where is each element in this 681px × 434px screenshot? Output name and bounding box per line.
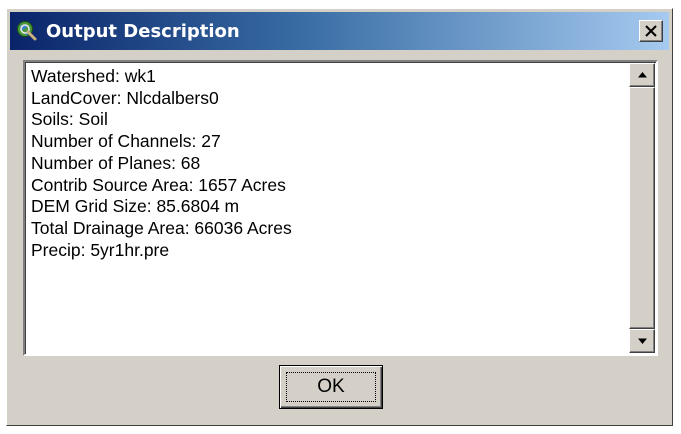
arrow-down-icon — [638, 338, 647, 344]
output-text-area[interactable]: Watershed: wk1 LandCover: Nlcdalbers0 So… — [23, 60, 658, 356]
output-line-contrib-area: Contrib Source Area: 1657 Acres — [31, 174, 286, 195]
output-line-planes: Number of Planes: 68 — [31, 152, 201, 173]
output-line-watershed: Watershed: wk1 — [31, 66, 156, 86]
scroll-down-button[interactable] — [629, 329, 655, 353]
title-bar[interactable]: Output Description — [10, 12, 669, 50]
globe-magnifier-icon — [16, 20, 38, 42]
output-text: Watershed: wk1 LandCover: Nlcdalbers0 So… — [31, 66, 627, 261]
scroll-thumb[interactable] — [629, 87, 655, 329]
arrow-up-icon — [638, 72, 647, 78]
output-description-dialog: Output Description Watershed: wk1 LandCo… — [6, 8, 673, 426]
vertical-scrollbar[interactable] — [629, 63, 655, 353]
output-line-soils: Soils: Soil — [31, 109, 108, 130]
ok-button-label: OK — [317, 376, 345, 397]
close-icon — [645, 25, 657, 37]
close-button[interactable] — [639, 20, 663, 42]
output-line-channels: Number of Channels: 27 — [31, 131, 221, 152]
output-line-drainage-area: Total Drainage Area: 66036 Acres — [31, 217, 292, 238]
output-line-precip: Precip: 5yr1hr.pre — [31, 239, 170, 260]
output-line-dem-grid: DEM Grid Size: 85.6804 m — [31, 196, 240, 217]
scroll-up-button[interactable] — [629, 63, 655, 87]
window-title: Output Description — [46, 21, 240, 42]
output-line-landcover: LandCover: Nlcdalbers0 — [31, 87, 219, 108]
ok-button[interactable]: OK — [279, 365, 383, 409]
